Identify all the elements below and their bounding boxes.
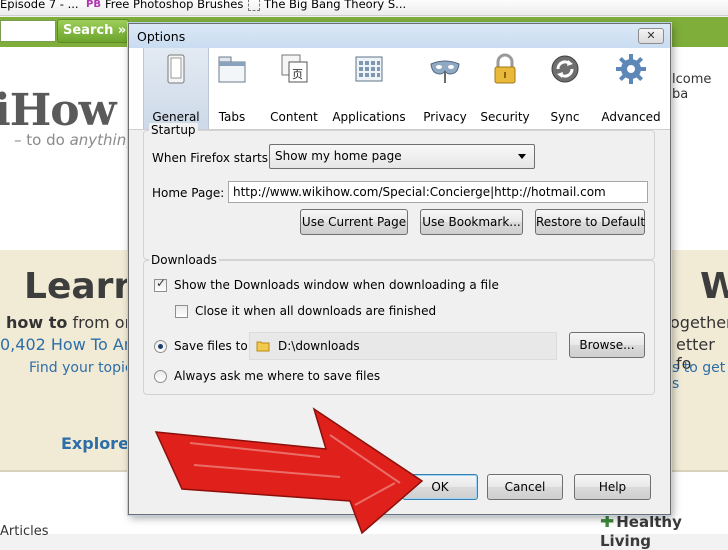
general-switch-icon xyxy=(167,54,185,84)
show-downloads-window-label[interactable]: Show the Downloads window when downloadi… xyxy=(174,278,499,292)
wikihow-logo[interactable]: iHow xyxy=(0,85,117,136)
tab-applications[interactable]: Applications xyxy=(329,48,409,129)
hero-heading: Learn xyxy=(24,266,140,307)
tab-tabs[interactable]: Tabs xyxy=(199,48,265,129)
tabs-window-icon xyxy=(218,56,246,83)
bookmark-episode[interactable]: Episode 7 - ... xyxy=(0,0,79,11)
explore-link[interactable]: Explore xyxy=(61,434,129,453)
always-ask-label[interactable]: Always ask me where to save files xyxy=(174,369,380,383)
tab-content[interactable]: 页 Content xyxy=(261,48,327,129)
security-padlock-icon xyxy=(494,53,516,84)
startup-behavior-select[interactable]: Show my home page xyxy=(269,144,535,169)
use-current-page-button[interactable]: Use Current Page xyxy=(300,209,408,235)
when-firefox-starts-label: When Firefox starts: xyxy=(152,151,273,165)
downloads-legend: Downloads xyxy=(149,253,219,267)
always-ask-radio[interactable] xyxy=(154,370,167,383)
dialog-titlebar[interactable]: Options ✕ xyxy=(129,24,670,48)
sync-arrows-icon xyxy=(551,55,579,83)
help-button[interactable]: Help xyxy=(574,474,651,500)
page-bookmark-icon xyxy=(248,0,260,11)
welcome-text: lcome ba xyxy=(672,72,712,102)
hero-heading-right: W xyxy=(700,266,728,307)
find-topic-link[interactable]: Find your topic. xyxy=(29,360,137,376)
site-search-input[interactable] xyxy=(0,20,56,42)
hero-subtext: how to from or xyxy=(6,313,132,332)
save-files-label[interactable]: Save files to xyxy=(174,339,248,353)
advanced-gear-icon xyxy=(616,54,646,84)
close-when-finished-label[interactable]: Close it when all downloads are finished xyxy=(195,304,436,318)
privacy-mask-icon xyxy=(430,60,460,83)
site-search-button[interactable]: Search » xyxy=(57,19,129,43)
save-files-radio[interactable] xyxy=(154,340,167,353)
home-page-label: Home Page: xyxy=(152,186,225,200)
article-count: 0,402 How To Ar xyxy=(0,335,131,354)
bookmarks-toolbar: Episode 7 - ... PB Free Photoshop Brushes… xyxy=(0,0,728,16)
content-document-icon: 页 xyxy=(281,54,308,83)
download-folder-field[interactable]: D:\downloads xyxy=(249,332,557,360)
use-bookmark-button[interactable]: Use Bookmark... xyxy=(420,209,523,235)
show-downloads-window-checkbox[interactable]: ✓ xyxy=(154,276,167,292)
articles-heading: Articles xyxy=(0,524,49,539)
red-pointer-arrow-icon xyxy=(154,407,424,534)
dialog-title: Options xyxy=(137,29,186,44)
tab-security[interactable]: Security xyxy=(472,48,538,129)
plus-icon: ✚ xyxy=(600,512,615,532)
home-page-input[interactable]: http://www.wikihow.com/Special:Concierge… xyxy=(228,181,648,203)
tab-sync[interactable]: Sync xyxy=(532,48,598,129)
tab-privacy[interactable]: Privacy xyxy=(412,48,478,129)
svg-text:页: 页 xyxy=(292,68,303,81)
close-icon: ✕ xyxy=(646,29,656,42)
browse-button[interactable]: Browse... xyxy=(569,332,645,358)
options-category-toolbar: General Tabs 页 Content Applications Priv… xyxy=(129,48,670,130)
folder-icon xyxy=(256,341,270,352)
applications-grid-icon xyxy=(355,56,383,82)
dialog-close-button[interactable]: ✕ xyxy=(638,28,664,44)
close-when-finished-checkbox[interactable] xyxy=(175,305,188,318)
cancel-button[interactable]: Cancel xyxy=(487,474,563,500)
bookmark-big-bang-theory[interactable]: The Big Bang Theory S... xyxy=(248,0,406,11)
restore-to-default-button[interactable]: Restore to Default xyxy=(535,209,645,235)
hero-subtext-right: ogether xyxy=(670,313,728,332)
bookmark-photoshop-brushes[interactable]: PB Free Photoshop Brushes xyxy=(86,0,243,11)
get-started-link[interactable]: s to get s xyxy=(672,360,728,392)
checkmark-icon: ✓ xyxy=(156,276,167,290)
startup-legend: Startup xyxy=(149,123,198,137)
tab-advanced[interactable]: Advanced xyxy=(594,48,668,129)
logo-tagline: – to do anything xyxy=(14,131,136,149)
healthy-living-badge[interactable]: ✚ Healthy Living xyxy=(600,512,728,550)
chevron-down-icon xyxy=(518,154,526,159)
pb-bookmark-icon: PB xyxy=(86,0,101,10)
